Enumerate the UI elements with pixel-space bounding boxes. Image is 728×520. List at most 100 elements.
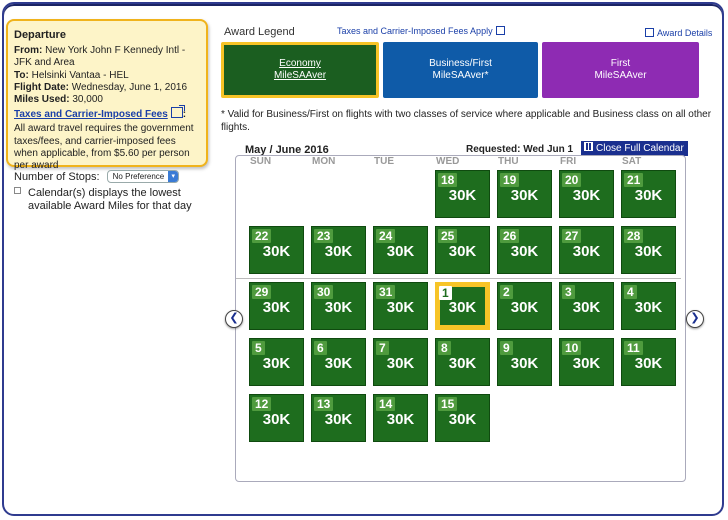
- fees-apply-link[interactable]: Taxes and Carrier-Imposed Fees Apply: [337, 26, 508, 36]
- calendar-day[interactable]: 27 30K: [559, 226, 614, 274]
- day-miles: 30K: [634, 243, 663, 260]
- day-number: 4: [624, 285, 637, 299]
- day-number: 24: [376, 229, 396, 243]
- calendar-day[interactable]: 8 30K: [435, 338, 490, 386]
- day-miles: 30K: [386, 299, 415, 316]
- calendar-day[interactable]: 18 30K: [435, 170, 490, 218]
- external-link-icon[interactable]: [495, 26, 505, 35]
- day-miles: 30K: [262, 355, 291, 372]
- valid-note: * Valid for Business/First on flights wi…: [221, 109, 712, 133]
- calendar-day[interactable]: 14 30K: [373, 394, 428, 442]
- calendar-day[interactable]: 28 30K: [621, 226, 676, 274]
- calendar-day[interactable]: 21 30K: [621, 170, 676, 218]
- calendar-day[interactable]: 19 30K: [497, 170, 552, 218]
- weekday-header: TUE: [374, 156, 394, 167]
- stops-select[interactable]: No Preference ▾: [106, 170, 180, 183]
- day-miles: 30K: [324, 411, 353, 428]
- next-month-button[interactable]: ❯: [686, 310, 704, 328]
- day-miles: 30K: [510, 187, 539, 204]
- close-full-calendar-button[interactable]: Close Full Calendar: [581, 141, 688, 156]
- legend-economy-milesaaver[interactable]: Economy MileSAAver: [221, 42, 379, 98]
- day-number: 7: [376, 341, 389, 355]
- calendar-day[interactable]: 10 30K: [559, 338, 614, 386]
- calendar-requested: Requested: Wed Jun 1: [466, 144, 574, 155]
- day-number: 2: [500, 285, 513, 299]
- day-number: 29: [252, 285, 272, 299]
- month-divider: [236, 278, 681, 279]
- day-number: 30: [314, 285, 334, 299]
- departure-from: From: New York John F Kennedy Intl - JFK…: [14, 45, 186, 69]
- day-miles: 30K: [448, 411, 477, 428]
- calendar-day[interactable]: 25 30K: [435, 226, 490, 274]
- calendar-day-selected[interactable]: 1 30K: [435, 282, 490, 330]
- calendar-day[interactable]: 4 30K: [621, 282, 676, 330]
- day-miles: 30K: [448, 299, 477, 316]
- weekday-header: SAT: [622, 156, 642, 167]
- weekday-header: THU: [498, 156, 519, 167]
- day-miles: 30K: [572, 243, 601, 260]
- calendar-day[interactable]: 22 30K: [249, 226, 304, 274]
- day-number: 12: [252, 397, 272, 411]
- fees-description: All award travel requires the government…: [14, 123, 194, 172]
- weekday-header: FRI: [560, 156, 577, 167]
- calendar-day[interactable]: 30 30K: [311, 282, 366, 330]
- day-number: 27: [562, 229, 582, 243]
- calendar-day[interactable]: 7 30K: [373, 338, 428, 386]
- calendar-day[interactable]: 24 30K: [373, 226, 428, 274]
- calendar-day[interactable]: 11 30K: [621, 338, 676, 386]
- day-miles: 30K: [324, 299, 353, 316]
- calendar-day[interactable]: 3 30K: [559, 282, 614, 330]
- day-miles: 30K: [634, 187, 663, 204]
- day-miles: 30K: [634, 299, 663, 316]
- bullet-icon: [14, 187, 21, 194]
- calendar-day[interactable]: 26 30K: [497, 226, 552, 274]
- day-number: 31: [376, 285, 396, 299]
- day-number: 8: [438, 341, 451, 355]
- day-number: 20: [562, 173, 582, 187]
- departure-date: Flight Date: Wednesday, June 1, 2016: [14, 81, 188, 93]
- calendar-day[interactable]: 5 30K: [249, 338, 304, 386]
- calendar-day[interactable]: 29 30K: [249, 282, 304, 330]
- calendar-day[interactable]: 2 30K: [497, 282, 552, 330]
- calendar-icon: [584, 142, 593, 151]
- day-number: 13: [314, 397, 334, 411]
- day-miles: 30K: [262, 243, 291, 260]
- day-number: 11: [624, 341, 643, 355]
- day-number: 5: [252, 341, 265, 355]
- calendar-day[interactable]: 23 30K: [311, 226, 366, 274]
- day-miles: 30K: [324, 243, 353, 260]
- legend-business-milesaaver[interactable]: Business/First MileSAAver*: [383, 42, 538, 98]
- day-number: 10: [562, 341, 582, 355]
- day-miles: 30K: [510, 243, 539, 260]
- fees-link[interactable]: Taxes and Carrier-Imposed Fees: [14, 109, 168, 120]
- stops-label: Number of Stops:: [14, 171, 100, 183]
- day-number: 18: [438, 173, 458, 187]
- day-number: 26: [500, 229, 520, 243]
- legend-title: Award Legend: [224, 26, 295, 38]
- calendar-day[interactable]: 15 30K: [435, 394, 490, 442]
- day-number: 15: [438, 397, 458, 411]
- day-miles: 30K: [572, 299, 601, 316]
- day-miles: 30K: [324, 355, 353, 372]
- departure-summary: Departure From: New York John F Kennedy …: [6, 19, 208, 171]
- calendar-day[interactable]: 9 30K: [497, 338, 552, 386]
- calendar-day[interactable]: 13 30K: [311, 394, 366, 442]
- day-number: 25: [438, 229, 458, 243]
- day-miles: 30K: [386, 355, 415, 372]
- day-number: 22: [252, 229, 272, 243]
- day-miles: 30K: [448, 187, 477, 204]
- award-details-link[interactable]: Award Details: [642, 28, 712, 38]
- calendar-day[interactable]: 20 30K: [559, 170, 614, 218]
- weekday-header: SUN: [250, 156, 272, 167]
- legend-first-milesaaver[interactable]: First MileSAAver: [542, 42, 699, 98]
- external-link-icon[interactable]: [170, 105, 185, 119]
- day-miles: 30K: [386, 411, 415, 428]
- calendar-day[interactable]: 6 30K: [311, 338, 366, 386]
- day-number: 1: [439, 286, 452, 300]
- day-number: 6: [314, 341, 327, 355]
- calendar-day[interactable]: 31 30K: [373, 282, 428, 330]
- external-link-icon[interactable]: [645, 28, 654, 37]
- prev-month-button[interactable]: ❮: [225, 310, 243, 328]
- day-miles: 30K: [510, 299, 539, 316]
- calendar-day[interactable]: 12 30K: [249, 394, 304, 442]
